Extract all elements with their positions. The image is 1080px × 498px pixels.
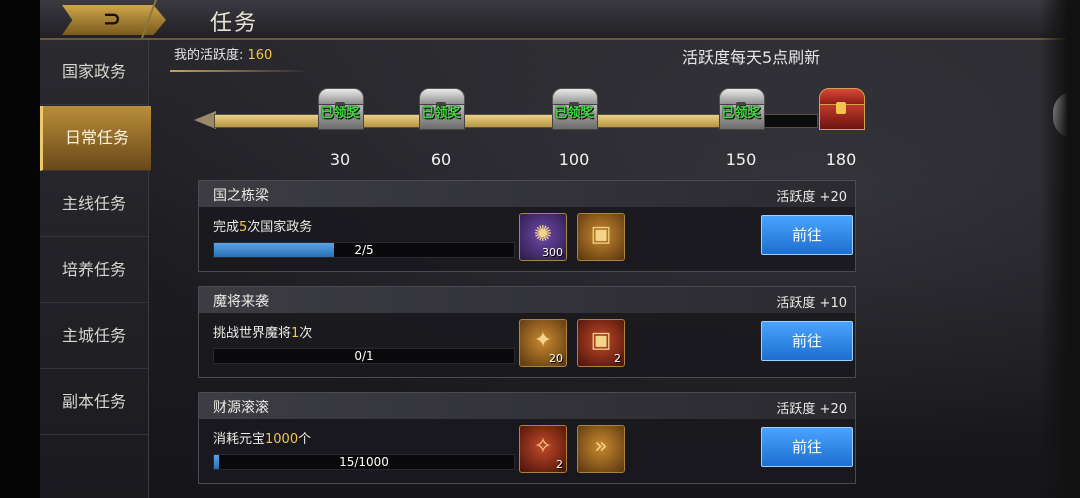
task-points: 活跃度 +10 [776, 296, 847, 311]
coin-icon: ✺ [533, 222, 553, 247]
sidebar-item-training-tasks[interactable]: 培养任务 [40, 238, 148, 303]
milestone-value: 60 [430, 150, 452, 169]
reward-scroll[interactable]: ✧ 2 [519, 425, 567, 473]
claimed-label: 已领奖 [320, 106, 360, 121]
desc-text: 挑战世界魔将 [213, 326, 292, 341]
task-description: 挑战世界魔将1次 [213, 322, 312, 341]
desc-text: 次 [299, 326, 313, 341]
treasure-chest-icon: ▣ [590, 222, 612, 247]
claimed-label: 已领奖 [421, 106, 461, 121]
task-progress-bar: 0/1 [213, 348, 515, 364]
milestone-100[interactable]: 已领奖 100 [544, 82, 604, 169]
task-points: 活跃度 +20 [776, 402, 847, 417]
desc-text: 个 [298, 432, 312, 447]
reward-chest[interactable]: ▣ 2 [577, 319, 625, 367]
task-header: 国之栋梁 活跃度 +20 [199, 181, 855, 207]
double-chevron-left-icon[interactable]: « [1065, 101, 1080, 129]
task-card: 国之栋梁 活跃度 +20 完成5次国家政务 2/5 ✺ 300 ▣ 前往 [198, 180, 856, 272]
sidebar-item-city-tasks[interactable]: 主城任务 [40, 304, 148, 369]
task-progress-bar: 2/5 [213, 242, 515, 258]
desc-text: 次国家政务 [247, 220, 313, 235]
milestone-value: 150 [725, 150, 757, 169]
go-button[interactable]: 前往 [761, 321, 853, 361]
task-name: 国之栋梁 [213, 188, 269, 204]
reward-crystal[interactable]: ✦ 20 [519, 319, 567, 367]
task-progress-text: 2/5 [354, 243, 374, 257]
refresh-note: 活跃度每天5点刷新 [682, 48, 821, 67]
red-treasure-chest-icon[interactable] [819, 88, 865, 130]
fast-forward-icon: » [594, 434, 608, 459]
milestone-150[interactable]: 已领奖 150 [711, 82, 771, 169]
task-description: 消耗元宝1000个 [213, 428, 311, 447]
reward-count: 2 [556, 458, 563, 471]
desc-text: 完成 [213, 220, 240, 235]
header-divider [170, 70, 310, 72]
page-title: 任务 [210, 11, 259, 36]
task-header: 财源滚滚 活跃度 +20 [199, 393, 855, 419]
task-header: 魔将来袭 活跃度 +10 [199, 287, 855, 313]
task-name: 财源滚滚 [213, 400, 269, 416]
claimed-label: 已领奖 [721, 106, 761, 121]
sidebar-item-national-affairs[interactable]: 国家政务 [40, 40, 148, 105]
task-name: 魔将来袭 [213, 294, 269, 310]
track-arrow-tip [194, 111, 216, 129]
reward-chest[interactable]: ▣ [577, 213, 625, 261]
sidebar-item-main-quest[interactable]: 主线任务 [40, 172, 148, 237]
milestone-30[interactable]: 已领奖 30 [310, 82, 370, 169]
reward-speedup[interactable]: » [577, 425, 625, 473]
task-card: 魔将来袭 活跃度 +10 挑战世界魔将1次 0/1 ✦ 20 ▣ 2 前往 [198, 286, 856, 378]
reward-count: 2 [614, 352, 621, 365]
activity-progress-fill [215, 115, 751, 127]
task-progress-bar: 15/1000 [213, 454, 515, 470]
expand-panel-button[interactable]: « [1053, 92, 1080, 138]
task-description: 完成5次国家政务 [213, 216, 312, 235]
task-card: 财源滚滚 活跃度 +20 消耗元宝1000个 15/1000 ✧ 2 » 前往 [198, 392, 856, 484]
milestone-value: 100 [558, 150, 590, 169]
desc-text: 消耗元宝 [213, 432, 266, 447]
reward-coin[interactable]: ✺ 300 [519, 213, 567, 261]
reward-count: 20 [549, 352, 563, 365]
reward-count: 300 [542, 246, 563, 259]
go-button[interactable]: 前往 [761, 215, 853, 255]
activity-score: 我的活跃度: 160 [174, 44, 272, 63]
sidebar-item-dungeon-tasks[interactable]: 副本任务 [40, 370, 148, 435]
activity-label: 我的活跃度: [174, 48, 248, 63]
crystal-icon: ✦ [533, 328, 553, 353]
milestone-value: 180 [825, 150, 857, 169]
task-category-sidebar: 国家政务 日常任务 主线任务 培养任务 主城任务 副本任务 [40, 40, 151, 498]
claimed-label: 已领奖 [554, 106, 594, 121]
treasure-chest-icon: ▣ [590, 328, 612, 353]
top-bar: ⊃ 任务 [40, 0, 1080, 40]
milestone-60[interactable]: 已领奖 60 [411, 82, 471, 169]
desc-highlight: 1000 [265, 432, 299, 447]
task-progress-text: 15/1000 [339, 455, 389, 469]
task-points: 活跃度 +20 [776, 190, 847, 205]
task-progress-text: 0/1 [354, 349, 374, 363]
go-button[interactable]: 前往 [761, 427, 853, 467]
milestone-180[interactable]: 180 [811, 82, 871, 169]
task-window: ⊃ 任务 国家政务 日常任务 主线任务 培养任务 主城任务 副本任务 我的活跃度… [0, 0, 1080, 498]
scroll-icon: ✧ [533, 434, 553, 459]
milestone-value: 30 [329, 150, 351, 169]
sidebar-item-daily-tasks[interactable]: 日常任务 [40, 106, 151, 171]
activity-value: 160 [247, 48, 273, 63]
back-arrow-icon[interactable]: ⊃ [98, 8, 126, 32]
